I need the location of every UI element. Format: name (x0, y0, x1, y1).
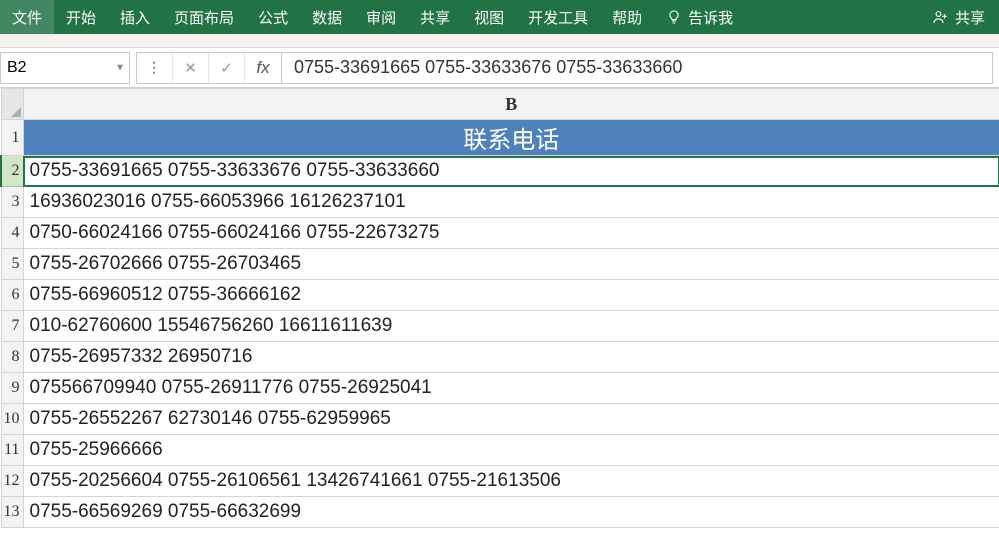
formula-controls: ⋮ ✕ ✓ fx (136, 52, 282, 84)
menu-item-10[interactable]: 帮助 (600, 0, 654, 34)
check-icon: ✓ (220, 59, 233, 77)
menu-item-6[interactable]: 审阅 (354, 0, 408, 34)
cell[interactable]: 0755-20256604 0755-26106561 13426741661 … (23, 466, 999, 497)
row-header[interactable]: 3 (1, 187, 23, 218)
formula-bar: ▼ ⋮ ✕ ✓ fx (0, 48, 999, 88)
tell-me-label: 告诉我 (688, 7, 733, 28)
spreadsheet-grid[interactable]: B 1联系电话20755-33691665 0755-33633676 0755… (0, 88, 999, 535)
cell[interactable]: 0755-25966666 (23, 435, 999, 466)
x-icon: ✕ (184, 59, 197, 77)
menu-item-1[interactable]: 开始 (54, 0, 108, 34)
menu-item-7[interactable]: 共享 (408, 0, 462, 34)
row-header[interactable]: 10 (1, 404, 23, 435)
menu-item-4[interactable]: 公式 (246, 0, 300, 34)
cell[interactable]: 0755-66569269 0755-66632699 (23, 497, 999, 528)
row-header[interactable]: 2 (1, 156, 23, 187)
row-header[interactable]: 8 (1, 342, 23, 373)
row-header[interactable]: 6 (1, 280, 23, 311)
share-person-icon (931, 8, 949, 26)
ribbon-menu: 文件开始插入页面布局公式数据审阅共享视图开发工具帮助 告诉我 共享 (0, 0, 999, 34)
row-header[interactable]: 12 (1, 466, 23, 497)
row-header[interactable]: 9 (1, 373, 23, 404)
row-header[interactable]: 1 (1, 120, 23, 156)
select-all-corner[interactable] (1, 89, 23, 120)
cancel-button[interactable]: ✕ (173, 53, 209, 83)
fx-label: fx (256, 58, 269, 78)
formula-input[interactable] (282, 52, 993, 84)
confirm-button[interactable]: ✓ (209, 53, 245, 83)
ribbon-strip (0, 34, 999, 48)
row-header[interactable]: 11 (1, 435, 23, 466)
row-header[interactable]: 13 (1, 497, 23, 528)
cell[interactable]: 0750-66024166 0755-66024166 0755-2267327… (23, 218, 999, 249)
lightbulb-icon (666, 9, 682, 25)
chevron-down-icon[interactable]: ▼ (115, 62, 125, 73)
menu-item-5[interactable]: 数据 (300, 0, 354, 34)
cell[interactable]: 0755-26957332 26950716 (23, 342, 999, 373)
cell[interactable]: 075566709940 0755-26911776 0755-26925041 (23, 373, 999, 404)
cell[interactable]: 0755-26552267 62730146 0755-62959965 (23, 404, 999, 435)
name-box[interactable]: ▼ (0, 52, 130, 84)
table-header-cell[interactable]: 联系电话 (23, 120, 999, 156)
menu-item-9[interactable]: 开发工具 (516, 0, 600, 34)
cell[interactable]: 010-62760600 15546756260 16611611639 (23, 311, 999, 342)
row-header[interactable]: 5 (1, 249, 23, 280)
share-label: 共享 (955, 7, 985, 28)
cell[interactable]: 16936023016 0755-66053966 16126237101 (23, 187, 999, 218)
share-button[interactable]: 共享 (919, 0, 999, 34)
menu-item-2[interactable]: 插入 (108, 0, 162, 34)
row-header[interactable]: 7 (1, 311, 23, 342)
menu-item-3[interactable]: 页面布局 (162, 0, 246, 34)
row-header[interactable]: 4 (1, 218, 23, 249)
cell[interactable]: 0755-33691665 0755-33633676 0755-3363366… (23, 156, 999, 187)
fx-button[interactable]: fx (245, 53, 281, 83)
cell[interactable]: 0755-26702666 0755-26703465 (23, 249, 999, 280)
name-box-input[interactable] (1, 53, 129, 83)
more-icon[interactable]: ⋮ (137, 53, 173, 83)
tell-me[interactable]: 告诉我 (654, 0, 745, 34)
menu-item-0[interactable]: 文件 (0, 0, 54, 34)
column-header-B[interactable]: B (23, 89, 999, 120)
menu-item-8[interactable]: 视图 (462, 0, 516, 34)
cell[interactable]: 0755-66960512 0755-36666162 (23, 280, 999, 311)
